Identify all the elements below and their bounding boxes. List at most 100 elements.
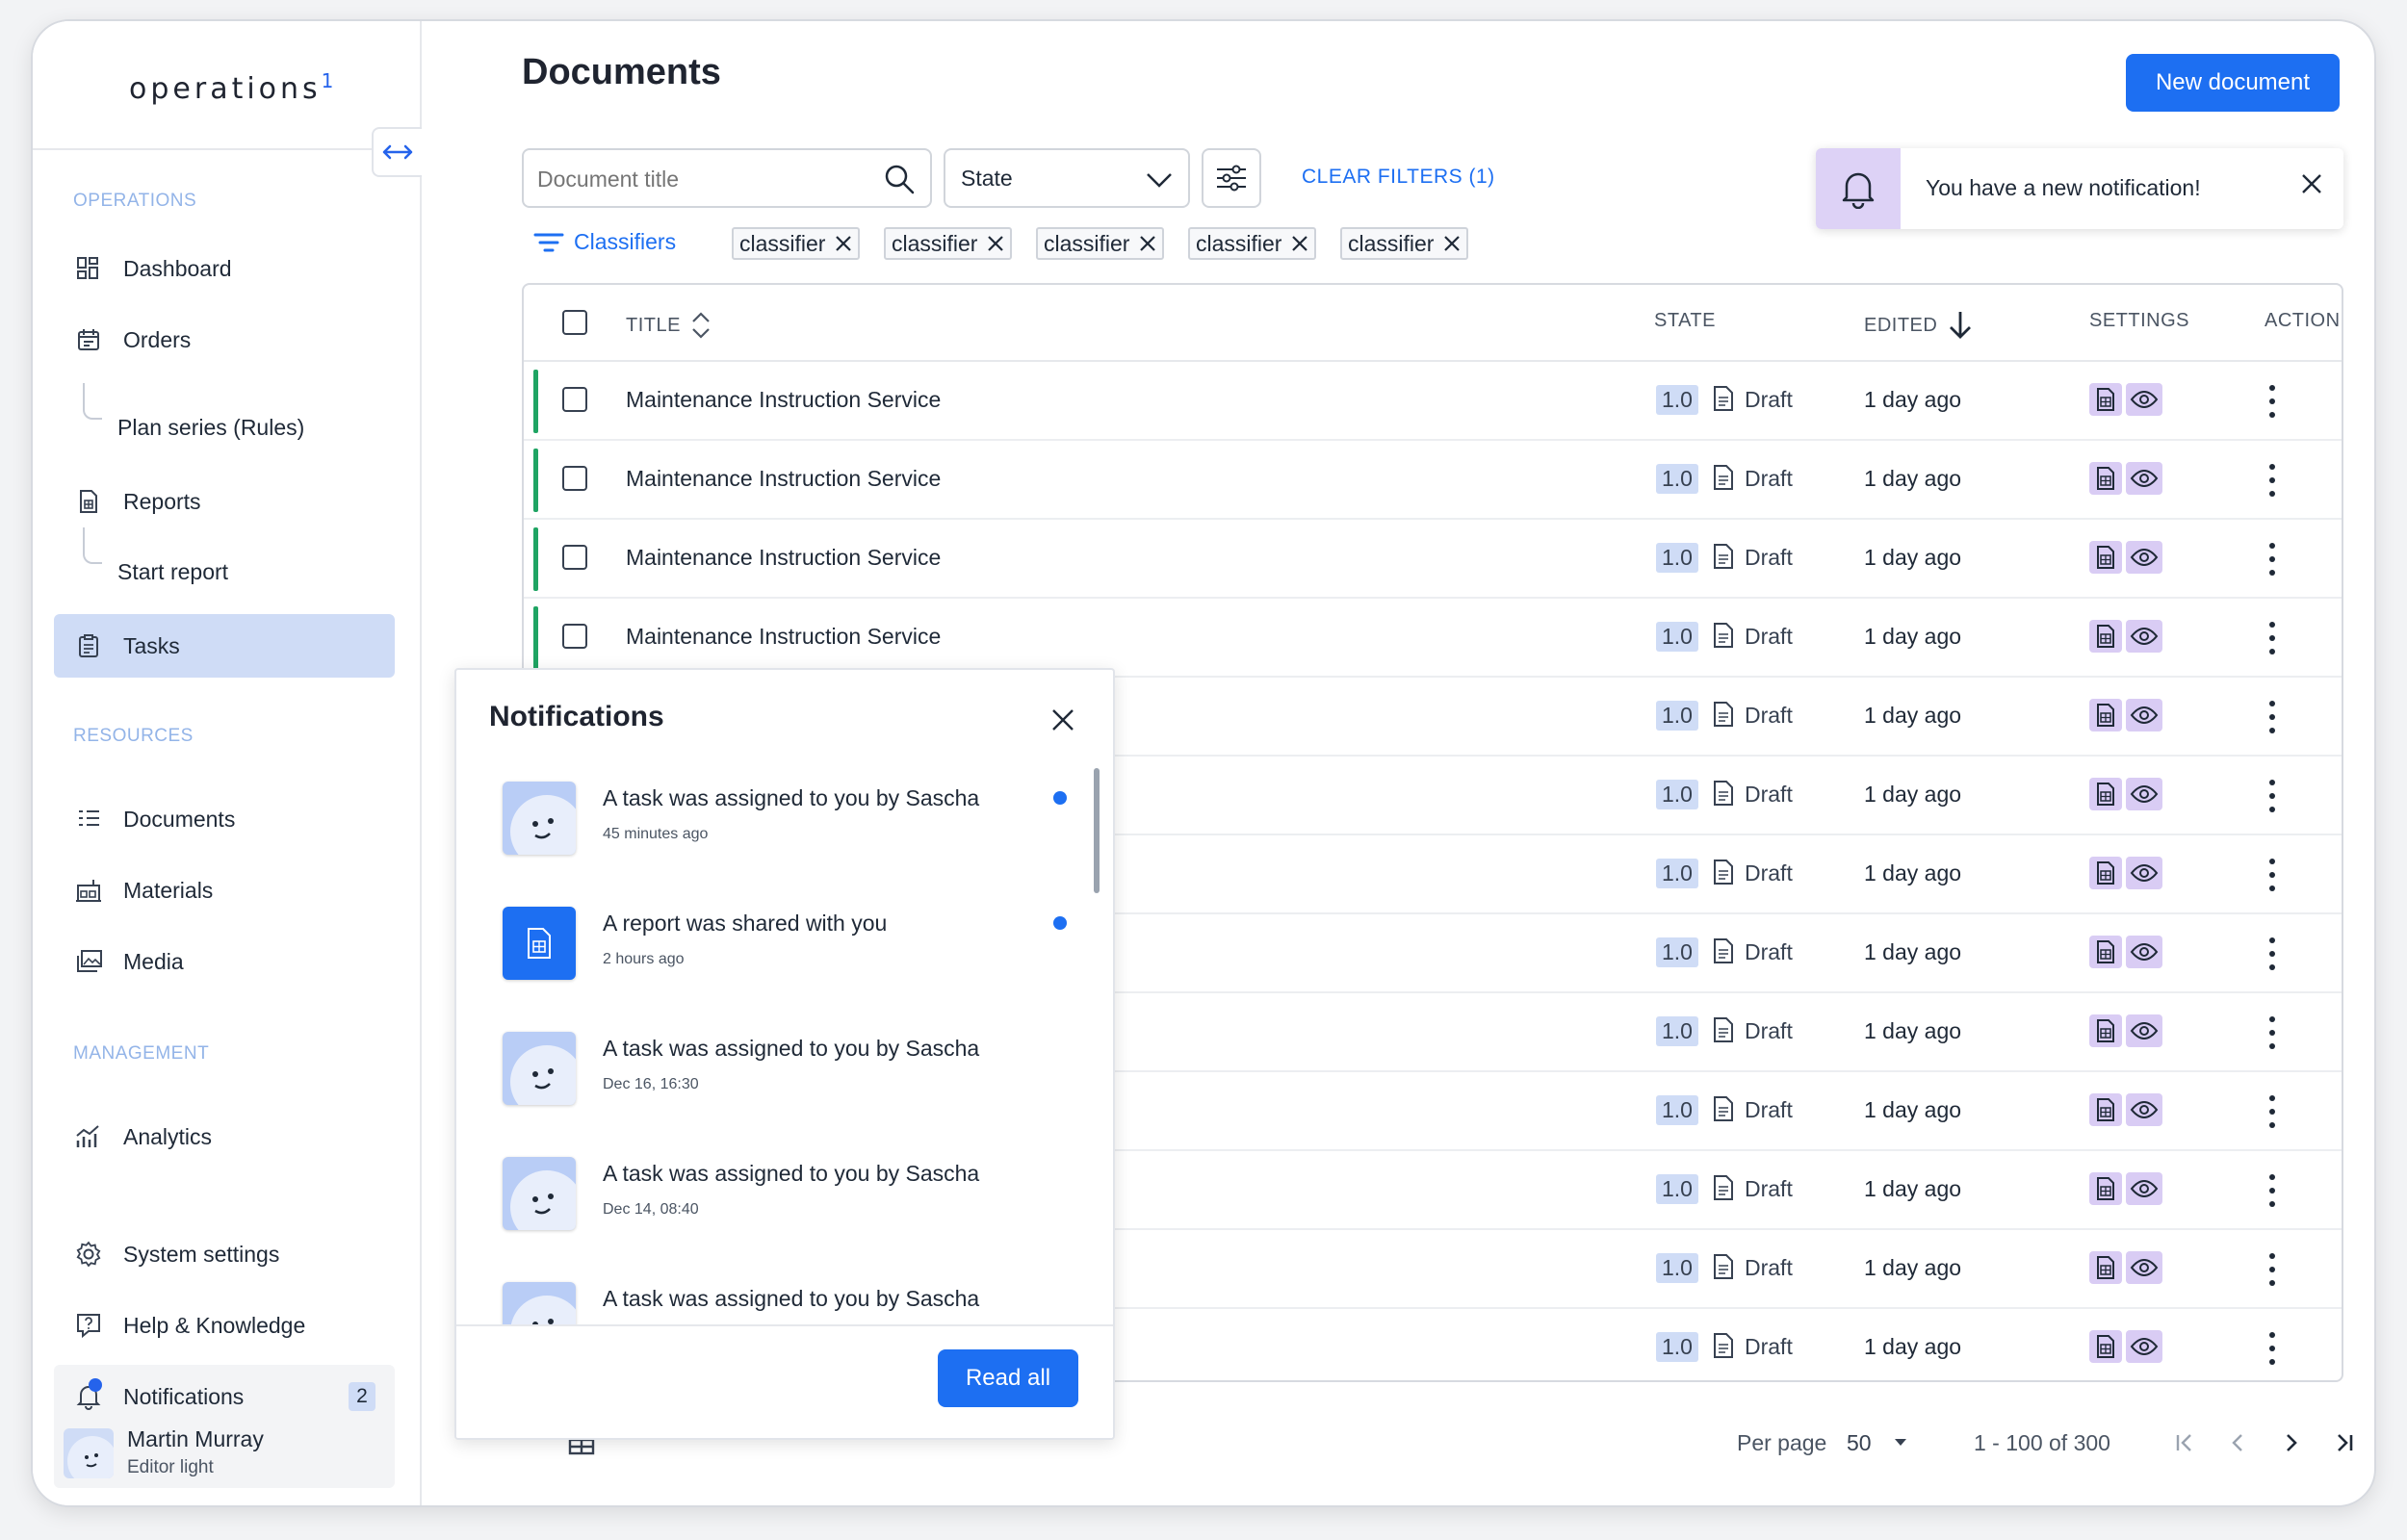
column-header-state[interactable]: STATE (1654, 310, 1716, 332)
table-row[interactable]: Maintenance Instruction Service 1.0 Draft 1… (524, 599, 2342, 678)
eye-icon[interactable] (2126, 778, 2162, 810)
calculator-doc-icon[interactable] (2089, 1014, 2122, 1047)
search-icon[interactable] (884, 164, 915, 199)
table-row[interactable]: Maintenance Instruction Service 1.0 Draft 1… (524, 362, 2342, 441)
table-row[interactable]: Maintenance Instruction Service 1.0 Draft 1… (524, 441, 2342, 520)
eye-icon[interactable] (2126, 857, 2162, 889)
scrollbar[interactable] (1094, 768, 1100, 893)
eye-icon[interactable] (2126, 1251, 2162, 1284)
eye-icon[interactable] (2126, 1093, 2162, 1126)
row-checkbox[interactable] (562, 387, 587, 412)
calculator-doc-icon[interactable] (2089, 778, 2122, 810)
more-actions-icon[interactable] (2263, 780, 2282, 812)
document-title[interactable]: Maintenance Instruction Service (626, 624, 941, 650)
more-actions-icon[interactable] (2263, 1095, 2282, 1128)
calculator-doc-icon[interactable] (2089, 462, 2122, 495)
row-checkbox[interactable] (562, 624, 587, 649)
collapse-sidebar-button[interactable] (372, 127, 422, 177)
eye-icon[interactable] (2126, 1172, 2162, 1205)
document-title[interactable]: Maintenance Instruction Service (626, 466, 941, 492)
sidebar-item-orders[interactable]: Orders (54, 308, 395, 372)
more-actions-icon[interactable] (2263, 385, 2282, 418)
eye-icon[interactable] (2126, 699, 2162, 732)
next-page-button[interactable] (2274, 1426, 2307, 1459)
previous-page-button[interactable] (2222, 1426, 2255, 1459)
filter-settings-button[interactable] (1202, 148, 1261, 208)
row-checkbox[interactable] (562, 466, 587, 491)
more-actions-icon[interactable] (2263, 1174, 2282, 1207)
sidebar-item-materials[interactable]: Materials (54, 859, 395, 922)
sidebar-item-documents[interactable]: Documents (54, 787, 395, 851)
eye-icon[interactable] (2126, 620, 2162, 653)
unread-dot[interactable] (1053, 916, 1067, 930)
close-icon[interactable] (1443, 235, 1461, 252)
table-row[interactable]: Maintenance Instruction Service 1.0 Draft 1… (524, 520, 2342, 599)
more-actions-icon[interactable] (2263, 937, 2282, 970)
user-card[interactable]: Martin Murray Editor light (54, 1419, 395, 1488)
eye-icon[interactable] (2126, 462, 2162, 495)
sidebar-item-media[interactable]: Media (54, 930, 395, 993)
eye-icon[interactable] (2126, 383, 2162, 416)
close-icon[interactable] (835, 235, 852, 252)
notification-item[interactable]: A task was assigned to you by Sascha (456, 1267, 1113, 1324)
more-actions-icon[interactable] (2263, 1016, 2282, 1049)
unread-dot[interactable] (1053, 791, 1067, 805)
more-actions-icon[interactable] (2263, 859, 2282, 891)
notification-item[interactable]: A task was assigned to you by Sascha 45 m… (456, 766, 1113, 891)
caret-down-icon[interactable] (1893, 1434, 1908, 1454)
column-header-edited[interactable]: EDITED (1864, 310, 1974, 341)
close-icon[interactable] (1051, 708, 1074, 736)
more-actions-icon[interactable] (2263, 1332, 2282, 1365)
close-icon[interactable] (1291, 235, 1308, 252)
sidebar-item-tasks[interactable]: Tasks (54, 614, 395, 678)
eye-icon[interactable] (2126, 1330, 2162, 1363)
notification-item[interactable]: A task was assigned to you by Sascha Dec … (456, 1142, 1113, 1267)
calculator-doc-icon[interactable] (2089, 1251, 2122, 1284)
column-header-title[interactable]: TITLE (626, 310, 712, 341)
first-page-button[interactable] (2168, 1426, 2201, 1459)
close-icon[interactable] (987, 235, 1004, 252)
sidebar-item-analytics[interactable]: Analytics (54, 1105, 395, 1168)
more-actions-icon[interactable] (2263, 701, 2282, 733)
clear-filters-link[interactable]: CLEAR FILTERS (1) (1302, 166, 1495, 189)
document-title[interactable]: Maintenance Instruction Service (626, 387, 941, 413)
notification-item[interactable]: A report was shared with you 2 hours ago (456, 891, 1113, 1016)
search-field[interactable] (522, 148, 932, 208)
calculator-doc-icon[interactable] (2089, 857, 2122, 889)
sidebar-item-help[interactable]: Help & Knowledge (54, 1294, 395, 1357)
calculator-doc-icon[interactable] (2089, 1093, 2122, 1126)
eye-icon[interactable] (2126, 541, 2162, 574)
row-checkbox[interactable] (562, 545, 587, 570)
calculator-doc-icon[interactable] (2089, 541, 2122, 574)
more-actions-icon[interactable] (2263, 543, 2282, 576)
calculator-doc-icon[interactable] (2089, 699, 2122, 732)
new-document-button[interactable]: New document (2126, 54, 2340, 112)
sidebar-subitem-plan-series[interactable]: Plan series (Rules) (83, 383, 304, 441)
calculator-doc-icon[interactable] (2089, 383, 2122, 416)
close-icon[interactable] (1139, 235, 1156, 252)
eye-icon[interactable] (2126, 1014, 2162, 1047)
eye-icon[interactable] (2126, 936, 2162, 968)
sidebar-item-system-settings[interactable]: System settings (54, 1222, 395, 1286)
sidebar-item-dashboard[interactable]: Dashboard (54, 237, 395, 300)
more-actions-icon[interactable] (2263, 622, 2282, 654)
notification-item[interactable]: A task was assigned to you by Sascha Dec … (456, 1016, 1113, 1142)
state-select[interactable]: State (944, 148, 1190, 208)
more-actions-icon[interactable] (2263, 1253, 2282, 1286)
calculator-doc-icon[interactable] (2089, 1172, 2122, 1205)
sidebar-item-reports[interactable]: Reports (54, 470, 395, 533)
calculator-doc-icon[interactable] (2089, 620, 2122, 653)
select-all-checkbox[interactable] (562, 310, 587, 335)
app-logo[interactable]: operations1 (129, 69, 333, 106)
read-all-button[interactable]: Read all (938, 1349, 1078, 1407)
close-icon[interactable] (2301, 173, 2322, 199)
document-title[interactable]: Maintenance Instruction Service (626, 545, 941, 571)
classifiers-filter-toggle[interactable]: Classifiers (533, 229, 676, 255)
last-page-button[interactable] (2328, 1426, 2361, 1459)
calculator-doc-icon[interactable] (2089, 1330, 2122, 1363)
more-actions-icon[interactable] (2263, 464, 2282, 497)
calculator-doc-icon[interactable] (2089, 936, 2122, 968)
search-input[interactable] (537, 162, 855, 196)
notification-toast[interactable]: You have a new notification! (1816, 148, 2343, 229)
per-page-select[interactable]: 50 (1847, 1430, 1872, 1456)
